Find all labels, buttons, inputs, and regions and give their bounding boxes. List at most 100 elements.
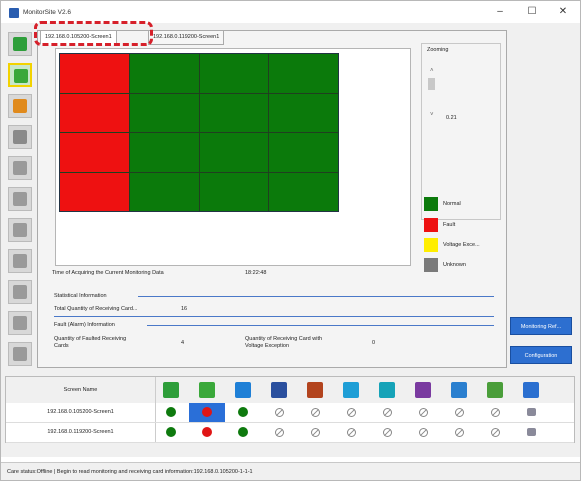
voltage-icon: [13, 254, 27, 268]
fan-icon: [13, 223, 27, 237]
cabinet-cell-fault[interactable]: [60, 93, 129, 132]
cabinet-cell-normal[interactable]: [199, 93, 269, 132]
zoom-down-icon[interactable]: ˅: [430, 112, 434, 118]
fan-icon: [343, 382, 359, 398]
status-bar: Care status:Offline | Begin to read moni…: [1, 462, 580, 480]
fault-info-header: Fault (Alarm) Information: [54, 322, 115, 328]
status-fault-icon[interactable]: [202, 407, 212, 417]
toolbar-button-temperature[interactable]: [8, 94, 32, 118]
cabinet-cell-fault[interactable]: [60, 133, 129, 172]
zoom-slider-thumb[interactable]: [428, 78, 435, 90]
toolbar-button-smoke[interactable]: [8, 156, 32, 180]
faulted-cards-label-1: Quantity of Faulted Receiving: [54, 336, 127, 342]
not-applicable-icon: [491, 408, 500, 417]
door-icon: [451, 382, 467, 398]
acquire-time-value: 18:22:48: [245, 270, 267, 276]
smoke-icon: [307, 382, 323, 398]
cabinet-cell-normal[interactable]: [199, 172, 269, 211]
smoke-icon: [13, 161, 27, 175]
globe-icon: [523, 382, 539, 398]
monitor-green-icon: [13, 37, 27, 51]
cabinet-cell-normal[interactable]: [129, 93, 199, 132]
table-header-row: Screen Name: [6, 377, 574, 404]
status-ok-icon[interactable]: [238, 427, 248, 437]
status-ok-icon[interactable]: [238, 407, 248, 417]
cabinet-cell-normal[interactable]: [199, 54, 269, 93]
screen-name-header: Screen Name: [6, 377, 156, 403]
receiving-card-icon: [199, 382, 215, 398]
receiving-card-icon: [14, 69, 28, 83]
legend-normal-swatch: [424, 197, 438, 211]
temperature-icon: [235, 382, 251, 398]
table-row[interactable]: 192.168.0.119200-Screen1: [6, 423, 574, 443]
cabinet-cell-fault[interactable]: [60, 54, 129, 93]
tab-screen-2[interactable]: 192.168.0.119200-Screen1: [148, 30, 225, 45]
module-icon: [13, 347, 27, 361]
close-button[interactable]: ✕: [550, 5, 576, 19]
cabinet-cell-normal[interactable]: [269, 172, 338, 211]
magnet-icon: [13, 285, 27, 299]
toolbar-button-module[interactable]: [8, 342, 32, 366]
zoom-label: Zooming: [427, 47, 449, 53]
legend-fault-swatch: [424, 218, 438, 232]
title-bar: MonitorSite V2.6 – ☐ ✕: [1, 1, 580, 23]
not-applicable-icon: [455, 408, 464, 417]
cabinet-cell-normal[interactable]: [199, 133, 269, 172]
toolbar-button-receiving-card[interactable]: [8, 63, 32, 87]
cabinet-grid: [59, 53, 339, 212]
disk-icon: [271, 382, 287, 398]
toolbar-button-flame[interactable]: [8, 187, 32, 211]
not-applicable-icon: [347, 408, 356, 417]
toolbar-button-voltage[interactable]: [8, 249, 32, 273]
faulted-cards-value: 4: [181, 340, 185, 346]
toolbar-button-monitor-green[interactable]: [8, 32, 32, 56]
status-ok-icon[interactable]: [166, 427, 176, 437]
minimize-button[interactable]: –: [487, 5, 513, 19]
not-applicable-icon: [347, 428, 356, 437]
toolbar-button-fan[interactable]: [8, 218, 32, 242]
table-row[interactable]: 192.168.0.105200-Screen1: [6, 403, 574, 423]
app-icon: [9, 8, 19, 18]
temperature-icon: [13, 99, 27, 113]
statistical-bottom-divider: [54, 316, 494, 317]
toolbar-button-disk[interactable]: [8, 125, 32, 149]
total-cards-label: Total Quantity of Receiving Card...: [54, 306, 138, 312]
acquire-time-label: Time of Acquiring the Current Monitoring…: [52, 270, 164, 276]
left-toolbar: [8, 32, 34, 372]
cabinet-cell-normal[interactable]: [129, 133, 199, 172]
voltage-cards-label-2: Voltage Exception: [245, 343, 290, 349]
not-applicable-icon: [419, 408, 428, 417]
monitoring-refresh-button[interactable]: Monitoring Ref...: [510, 317, 572, 335]
screen-name-cell: 192.168.0.119200-Screen1: [6, 423, 156, 442]
not-applicable-icon: [311, 408, 320, 417]
monitor-icon[interactable]: [527, 428, 536, 436]
not-applicable-icon: [383, 408, 392, 417]
monitor-icon[interactable]: [527, 408, 536, 416]
window-title: MonitorSite V2.6: [23, 9, 72, 16]
tab-highlight-annotation: [34, 21, 153, 46]
not-applicable-icon: [275, 408, 284, 417]
maximize-button[interactable]: ☐: [519, 5, 545, 19]
cabinet-cell-fault[interactable]: [60, 172, 129, 211]
total-cards-value: 16: [181, 306, 188, 312]
cabinet-cell-normal[interactable]: [269, 93, 338, 132]
faulted-cards-label-2: Cards: [54, 343, 69, 349]
toolbar-button-magnet[interactable]: [8, 280, 32, 304]
statistical-info-header: Statistical Information: [54, 293, 107, 299]
status-fault-icon[interactable]: [202, 427, 212, 437]
magnet-icon: [415, 382, 431, 398]
toolbar-button-door[interactable]: [8, 311, 32, 335]
zoom-up-icon[interactable]: ˄: [430, 68, 434, 74]
status-ok-icon[interactable]: [166, 407, 176, 417]
cabinet-cell-normal[interactable]: [269, 54, 338, 93]
cabinet-cell-normal[interactable]: [129, 172, 199, 211]
statistical-divider: [138, 296, 494, 297]
monitor-green-icon: [163, 382, 179, 398]
module-icon: [487, 382, 503, 398]
flame-icon: [13, 192, 27, 206]
cabinet-cell-normal[interactable]: [129, 54, 199, 93]
cabinet-cell-normal[interactable]: [269, 133, 338, 172]
configuration-button[interactable]: Configuration: [510, 346, 572, 364]
legend-normal-label: Normal: [443, 201, 461, 207]
disk-icon: [13, 130, 27, 144]
